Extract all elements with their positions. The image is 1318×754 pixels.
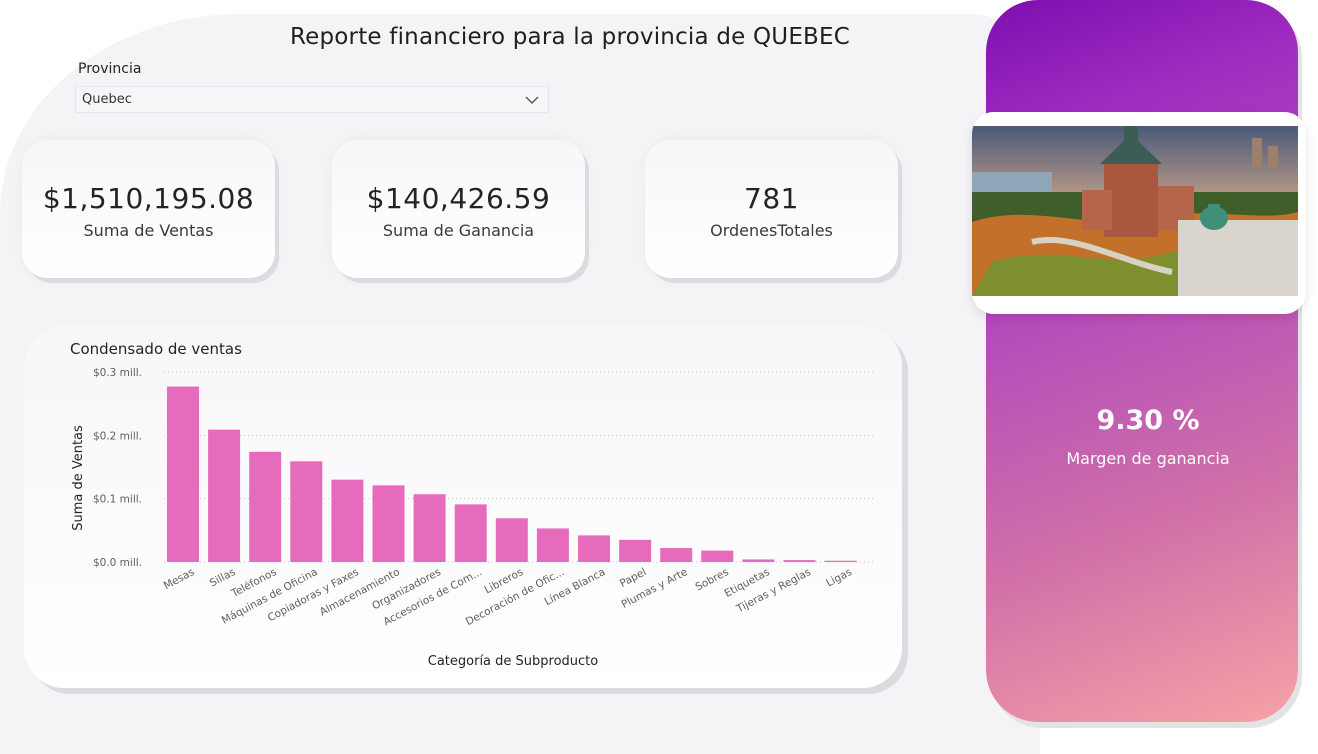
x-tick-label: Ligas [824,566,854,589]
bar[interactable] [495,518,528,562]
bar[interactable] [208,429,241,562]
sales-card[interactable]: $1,510,195.08 Suma de Ventas [22,140,275,278]
x-tick-label: Tijeras y Reglas [734,566,813,616]
profit-card[interactable]: $140,426.59 Suma de Ganancia [332,140,585,278]
sales-label: Suma de Ventas [83,221,214,240]
sales-chart-card[interactable]: Condensado de ventas $0.0 mill. $0.1 mill… [24,326,902,688]
y-tick-label: $0.2 mill. [93,430,142,442]
bar[interactable] [249,451,282,562]
orders-value: 781 [744,182,799,215]
margin-value: 9.30 % [1096,405,1200,436]
y-tick-label: $0.1 mill. [93,494,142,506]
y-tick-label: $0.3 mill. [93,367,142,379]
bar[interactable] [783,560,816,562]
province-dropdown-value: Quebec [82,92,132,107]
bar[interactable] [578,535,610,562]
sales-bar-chart[interactable]: $0.0 mill. $0.1 mill. $0.2 mill. $0.3 mill.… [24,326,902,688]
bar[interactable] [413,494,446,562]
orders-label: OrdenesTotales [710,221,833,240]
bar[interactable] [372,485,405,562]
bar[interactable] [742,559,775,562]
quebec-city-image [972,112,1306,314]
x-axis-label: Categoría de Subproducto [428,654,599,669]
y-axis-label: Suma de Ventas [71,425,86,531]
bar[interactable] [619,539,652,562]
bar[interactable] [167,386,199,562]
page-title: Reporte financiero para la provincia de … [289,24,851,50]
bar[interactable] [331,479,364,562]
bar[interactable] [454,504,487,562]
bar[interactable] [660,548,693,562]
province-slicer-label: Provincia [78,61,142,77]
bar[interactable] [536,528,569,562]
y-tick-label: $0.0 mill. [93,557,142,569]
margin-label: Margen de ganancia [1066,449,1230,468]
sales-value: $1,510,195.08 [42,182,255,215]
province-dropdown[interactable]: Quebec [75,86,549,113]
x-tick-label: Sillas [208,566,238,589]
x-tick-label: Mesas [162,566,197,592]
city-photo-illustration [972,112,1306,314]
bar[interactable] [824,560,857,562]
bar[interactable] [701,550,734,562]
bar[interactable] [290,461,323,562]
profit-label: Suma de Ganancia [382,221,535,240]
chevron-down-icon [525,96,539,104]
orders-card[interactable]: 781 OrdenesTotales [645,140,898,278]
profit-value: $140,426.59 [366,182,551,215]
margin-panel [986,0,1298,722]
